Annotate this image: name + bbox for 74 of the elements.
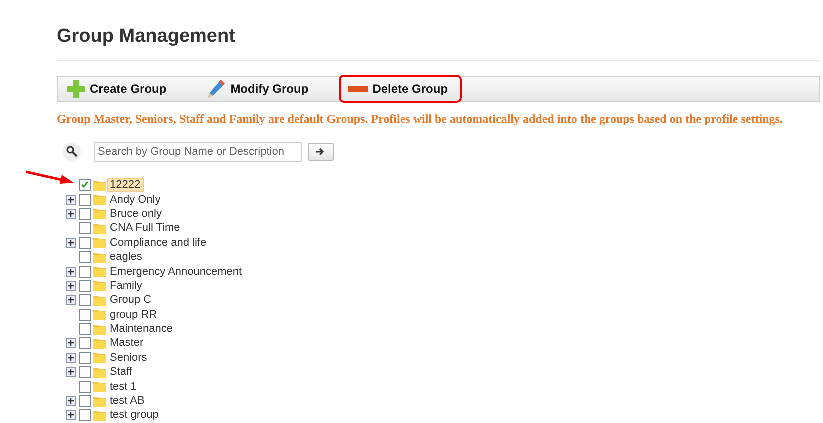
expand-icon[interactable] [66, 410, 76, 420]
minus-icon [346, 84, 369, 94]
checkbox[interactable] [79, 251, 91, 264]
expand-icon[interactable] [66, 295, 76, 306]
folder-icon [93, 180, 106, 191]
folder-icon [93, 208, 106, 220]
search-field[interactable]: Search by Group Name or Description [94, 142, 302, 162]
expand-icon[interactable] [66, 194, 76, 205]
plus-icon [66, 79, 86, 99]
checkbox[interactable] [79, 308, 91, 321]
checkbox[interactable] [79, 280, 91, 292]
tree-item[interactable]: Maintenance [107, 322, 176, 336]
toolbar-button[interactable]: Modify Group [196, 75, 323, 103]
tree-item[interactable]: Family [107, 278, 146, 293]
folder-icon [93, 396, 106, 407]
expand-icon[interactable] [66, 280, 76, 291]
folder-icon [93, 410, 106, 421]
checkbox[interactable] [79, 179, 91, 192]
tree-item[interactable]: Compliance and life [107, 236, 210, 250]
expand-icon[interactable] [66, 338, 76, 348]
checkbox[interactable] [79, 337, 91, 350]
arrow-right-icon [316, 148, 326, 156]
tree-item[interactable]: test group [107, 408, 162, 422]
expand-icon[interactable] [66, 367, 76, 378]
tree-item[interactable]: group RR [107, 308, 160, 322]
tree-item[interactable]: Seniors [107, 350, 150, 365]
search-icon [63, 143, 81, 161]
tree-item[interactable]: CNA Full Time [107, 221, 184, 236]
tree-item[interactable]: test AB [107, 394, 148, 408]
folder-icon [93, 266, 106, 278]
tree-item[interactable]: eagles [107, 250, 146, 264]
tree-item[interactable]: Group C [107, 293, 155, 308]
tree-item[interactable]: 12222 [107, 178, 144, 192]
checkbox[interactable] [79, 366, 91, 378]
tree-item[interactable]: test 1 [107, 380, 140, 394]
checkbox[interactable] [79, 395, 91, 408]
arrow-icon [26, 170, 76, 186]
tree-item[interactable]: Andy Only [107, 192, 164, 207]
expand-icon[interactable] [66, 396, 76, 406]
checkbox[interactable] [79, 380, 91, 393]
checkbox[interactable] [79, 236, 91, 249]
folder-icon [93, 280, 106, 292]
toolbar-button[interactable]: Create Group [58, 75, 181, 103]
folder-icon [93, 194, 106, 206]
checkbox[interactable] [79, 409, 91, 422]
folder-icon [93, 352, 106, 364]
checkbox[interactable] [79, 294, 91, 306]
checkbox[interactable] [79, 352, 91, 364]
tree-item[interactable]: Emergency Announcement [107, 264, 246, 279]
expand-icon[interactable] [66, 238, 76, 248]
tree-item[interactable]: Bruce only [107, 206, 165, 221]
tree-item[interactable]: Master [107, 336, 147, 350]
folder-icon [93, 381, 106, 392]
expand-icon[interactable] [66, 208, 76, 219]
checkbox[interactable] [79, 266, 91, 278]
folder-icon [93, 252, 106, 263]
checkbox[interactable] [79, 323, 91, 336]
checkbox[interactable] [79, 208, 91, 220]
checkbox[interactable] [79, 222, 91, 234]
search-go-button[interactable] [308, 143, 334, 161]
tree-item[interactable]: Staff [107, 365, 136, 380]
expand-icon[interactable] [66, 352, 76, 363]
folder-icon [93, 324, 106, 335]
toolbar-button[interactable]: Delete Group [338, 75, 462, 103]
folder-icon [93, 294, 106, 306]
folder-icon [93, 237, 106, 248]
notice-text: Group Master, Seniors, Staff and Family are default Groups. Profiles will be automatically added into the groups based on the profile settings. [57, 112, 784, 127]
folder-icon [93, 338, 106, 349]
folder-icon [93, 366, 106, 378]
folder-icon [93, 222, 106, 234]
page-title: Group Management [57, 26, 820, 61]
expand-icon[interactable] [66, 266, 76, 277]
folder-icon [93, 309, 106, 320]
checkbox[interactable] [79, 194, 91, 206]
